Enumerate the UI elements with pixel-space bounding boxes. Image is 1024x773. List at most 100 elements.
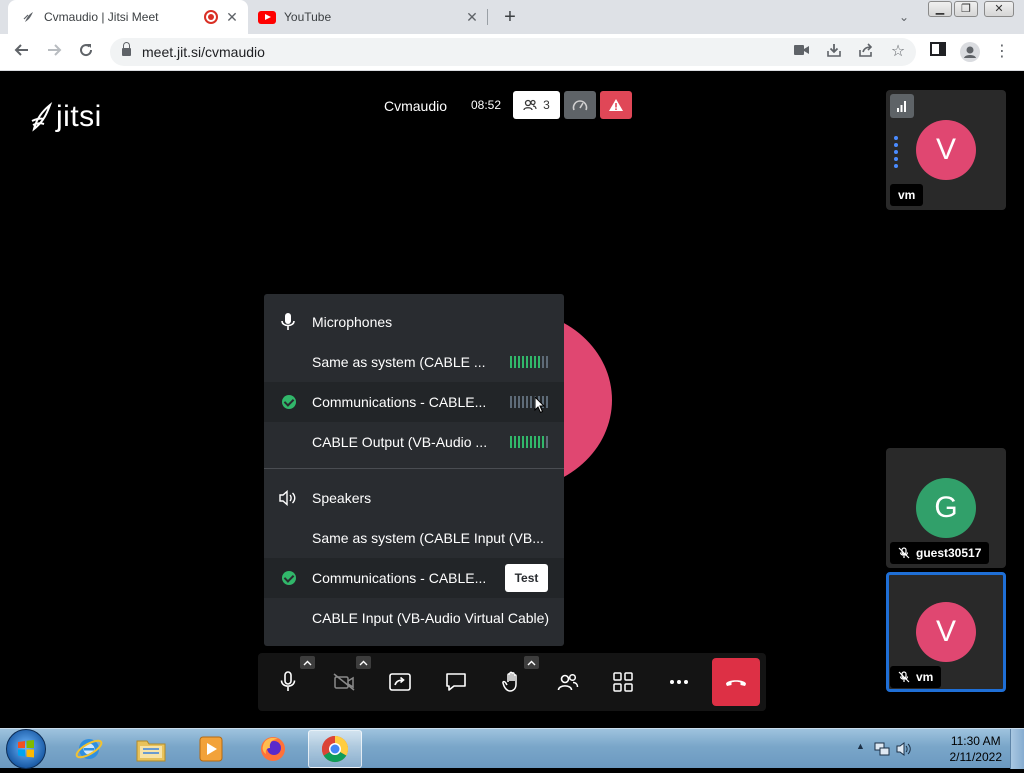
close-window-button[interactable]: ✕ <box>984 1 1014 17</box>
audio-settings-popup: Microphones Same as system (CABLE ... Co… <box>264 294 564 646</box>
reload-icon[interactable] <box>76 42 96 62</box>
taskbar-clock[interactable]: 11:30 AM 2/11/2022 <box>950 733 1003 765</box>
bookmark-star-icon[interactable]: ☆ <box>888 42 908 62</box>
volume-icon[interactable] <box>896 741 912 757</box>
microphone-option-selected[interactable]: Communications - CABLE... <box>264 382 564 422</box>
device-label: Same as system (CABLE Input (VB... <box>312 530 544 546</box>
camera-toggle-button[interactable] <box>326 664 362 700</box>
taskbar-media-player[interactable] <box>184 730 238 768</box>
url-text[interactable]: meet.jit.si/cvmaudio <box>142 44 265 60</box>
network-icon[interactable] <box>874 741 890 757</box>
filmstrip-tile-dominant-speaker[interactable]: V vm <box>886 572 1006 692</box>
internet-explorer-icon <box>75 739 103 759</box>
camera-in-use-icon[interactable] <box>792 42 812 62</box>
share-screen-button[interactable] <box>382 664 418 700</box>
folder-icon <box>136 740 166 762</box>
tab-youtube[interactable]: YouTube ✕ <box>250 0 488 34</box>
tab-divider <box>487 9 488 25</box>
share-icon[interactable] <box>856 42 876 62</box>
reactions-caret-icon[interactable] <box>524 656 539 669</box>
raise-hand-icon <box>502 671 517 692</box>
tile-view-button[interactable] <box>605 664 641 700</box>
audio-level-meter <box>510 436 548 448</box>
system-tray: ▲ 11:30 AM 2/11/2022 <box>854 729 1024 769</box>
camera-off-icon <box>333 673 355 691</box>
media-player-icon <box>199 736 223 762</box>
tab-search-chevron-icon[interactable]: ⌄ <box>894 7 914 27</box>
profile-avatar-icon[interactable] <box>960 42 980 62</box>
show-desktop-button[interactable] <box>1010 729 1024 769</box>
meeting-toolbox <box>258 653 766 711</box>
avatar: V <box>916 602 976 662</box>
leave-meeting-button[interactable] <box>712 658 760 706</box>
microphone-icon <box>281 313 295 330</box>
install-app-icon[interactable] <box>824 42 844 62</box>
taskbar-chrome[interactable] <box>308 730 362 768</box>
jitsi-favicon-icon <box>23 12 33 22</box>
show-hidden-icons-icon[interactable]: ▲ <box>856 741 865 751</box>
connection-warning-button[interactable] <box>600 91 632 119</box>
microphones-title: Microphones <box>312 314 393 330</box>
video-options-caret-icon[interactable] <box>356 656 371 669</box>
tab-title: Cvmaudio | Jitsi Meet <box>44 10 159 24</box>
taskbar-internet-explorer[interactable] <box>62 730 116 768</box>
filmstrip-tile-local[interactable]: V vm <box>886 90 1006 210</box>
microphone-option[interactable]: Same as system (CABLE ... <box>264 342 564 382</box>
side-panel-icon[interactable] <box>928 42 948 62</box>
speakers-title: Speakers <box>312 490 372 506</box>
mouse-cursor-icon <box>534 396 546 414</box>
new-tab-button[interactable]: + <box>500 7 520 27</box>
muted-mic-icon <box>898 547 910 559</box>
microphone-option[interactable]: CABLE Output (VB-Audio ... <box>264 422 564 462</box>
performance-settings-button[interactable] <box>564 91 596 119</box>
more-actions-button[interactable] <box>661 664 697 700</box>
taskbar-firefox[interactable] <box>246 730 300 768</box>
windows-logo-icon <box>18 740 34 758</box>
participants-button[interactable] <box>550 664 586 700</box>
chat-button[interactable] <box>438 664 474 700</box>
forward-arrow-icon[interactable] <box>44 42 64 62</box>
speaker-option[interactable]: CABLE Input (VB-Audio Virtual Cable) <box>264 598 564 638</box>
close-tab-icon[interactable]: ✕ <box>224 9 240 25</box>
speakers-header: Speakers <box>264 478 564 518</box>
more-dots-icon <box>670 680 688 684</box>
participants-count-button[interactable]: 3 <box>513 91 560 119</box>
taskbar-file-explorer[interactable] <box>124 730 178 768</box>
meeting-timer: 08:52 <box>471 98 502 112</box>
firefox-icon <box>261 737 285 761</box>
restore-window-button[interactable]: ❐ <box>954 1 978 17</box>
chat-icon <box>446 673 466 691</box>
jitsi-feather-icon <box>31 101 53 132</box>
screen-share-icon <box>389 673 411 691</box>
device-label: Communications - CABLE... <box>312 570 487 586</box>
minimize-window-button[interactable]: ▁ <box>928 1 952 17</box>
participants-count: 3 <box>543 98 550 112</box>
lock-icon[interactable] <box>122 42 131 57</box>
tile-view-icon <box>613 672 633 692</box>
filmstrip-tile-guest[interactable]: G guest30517 <box>886 448 1006 568</box>
test-speaker-button[interactable]: Test <box>505 564 548 592</box>
raise-hand-button[interactable] <box>494 664 530 700</box>
speedometer-icon <box>572 100 588 111</box>
speaker-option[interactable]: Same as system (CABLE Input (VB... <box>264 518 564 558</box>
connection-signal-icon[interactable] <box>890 94 914 118</box>
clock-date: 2/11/2022 <box>949 750 1003 764</box>
browser-tab-strip: Cvmaudio | Jitsi Meet ✕ YouTube ✕ + ⌄ ▁ … <box>0 0 1024 34</box>
audio-level-meter <box>510 356 548 368</box>
recording-indicator-icon <box>204 10 218 24</box>
muted-mic-icon <box>898 671 910 683</box>
warning-icon <box>609 99 623 111</box>
back-arrow-icon[interactable] <box>12 42 32 62</box>
participants-icon <box>557 673 579 691</box>
audio-options-caret-icon[interactable] <box>300 656 315 669</box>
microphone-toggle-button[interactable] <box>270 664 306 700</box>
speaker-option-selected[interactable]: Communications - CABLE... Test <box>264 558 564 598</box>
selected-check-icon <box>282 571 296 585</box>
device-label: Communications - CABLE... <box>312 394 487 410</box>
start-button[interactable] <box>6 729 46 769</box>
tab-title: YouTube <box>284 10 332 24</box>
tab-jitsi[interactable]: Cvmaudio | Jitsi Meet ✕ <box>8 0 248 34</box>
logo-text: jitsi <box>56 100 102 133</box>
chrome-menu-icon[interactable]: ⋮ <box>992 42 1012 62</box>
close-tab-icon[interactable]: ✕ <box>464 9 480 25</box>
